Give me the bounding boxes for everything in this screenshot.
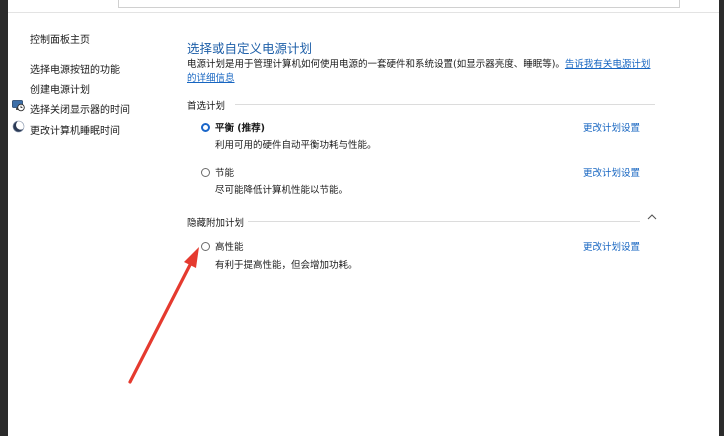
section-divider — [235, 104, 655, 105]
sidebar-item-sleep-time[interactable]: 更改计算机睡眠时间 — [30, 122, 120, 137]
plan-desc-balanced: 利用可用的硬件自动平衡功耗与性能。 — [215, 140, 377, 151]
preferred-plans-heading: 首选计划 — [187, 101, 226, 112]
page-title: 选择或自定义电源计划 — [187, 41, 313, 56]
sidebar-item-create-plan[interactable]: 创建电源计划 — [30, 81, 90, 96]
plan-desc-power-saver: 尽可能降低计算机性能以节能。 — [215, 185, 349, 196]
monitor-clock-icon — [12, 100, 25, 112]
window-left-edge — [0, 0, 8, 436]
page-description: 电源计划是用于管理计算机如何使用电源的一套硬件和系统设置(如显示器亮度、睡眠等)… — [187, 58, 657, 86]
plan-name-balanced[interactable]: 平衡 (推荐) — [215, 120, 265, 134]
chevron-up-icon[interactable] — [646, 212, 658, 222]
radio-power-saver[interactable] — [201, 168, 210, 177]
moon-icon — [12, 120, 25, 133]
plan-name-power-saver[interactable]: 节能 — [215, 165, 234, 179]
sidebar-item-display-off-time[interactable]: 选择关闭显示器的时间 — [30, 101, 130, 116]
plan-name-high-performance[interactable]: 高性能 — [215, 239, 244, 253]
description-text: 电源计划是用于管理计算机如何使用电源的一套硬件和系统设置(如显示器亮度、睡眠等)… — [187, 59, 565, 70]
change-plan-settings-balanced[interactable]: 更改计划设置 — [583, 120, 640, 134]
sidebar-item-power-button[interactable]: 选择电源按钮的功能 — [30, 61, 120, 76]
change-plan-settings-high-performance[interactable]: 更改计划设置 — [583, 239, 640, 253]
section-divider — [248, 221, 640, 222]
sidebar-control-panel-home[interactable]: 控制面板主页 — [30, 31, 90, 46]
plan-desc-high-performance: 有利于提高性能，但会增加功耗。 — [215, 260, 358, 271]
change-plan-settings-power-saver[interactable]: 更改计划设置 — [583, 165, 640, 179]
hidden-plans-heading: 隐藏附加计划 — [187, 218, 245, 229]
address-field[interactable] — [118, 0, 680, 8]
address-bar-area — [8, 0, 719, 13]
window-right-edge — [719, 0, 724, 436]
radio-balanced[interactable] — [201, 123, 210, 132]
radio-high-performance[interactable] — [201, 242, 210, 251]
